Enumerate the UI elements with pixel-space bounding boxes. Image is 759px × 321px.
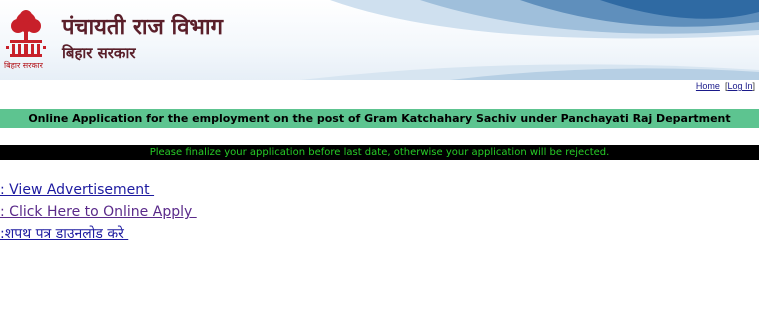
banner-background [300, 0, 759, 80]
department-title: पंचायती राज विभाग [62, 15, 223, 40]
page-title: Online Application for the employment on… [28, 112, 731, 125]
deadline-notice: Please finalize your application before … [149, 147, 610, 158]
logo-caption: बिहार सरकार [4, 61, 43, 70]
view-advertisement-link[interactable]: : View Advertisement [0, 179, 759, 201]
nav-bracket-close: ] [752, 81, 755, 91]
home-link[interactable]: Home [696, 81, 720, 91]
page-title-bar: Online Application for the employment on… [0, 109, 759, 128]
action-links: : View Advertisement : Click Here to Onl… [0, 179, 759, 245]
online-apply-link[interactable]: : Click Here to Online Apply [0, 201, 759, 223]
affidavit-download-link[interactable]: :शपथ पत्र डाउनलोड करे [0, 223, 759, 245]
login-link[interactable]: Log In [727, 81, 752, 91]
header-banner: बिहार सरकार पंचायती राज विभाग बिहार सरका… [0, 0, 759, 80]
top-navigation: Home [|Log In] [696, 81, 755, 91]
government-subtitle: बिहार सरकार [62, 44, 136, 62]
notice-bar: Please finalize your application before … [0, 145, 759, 160]
